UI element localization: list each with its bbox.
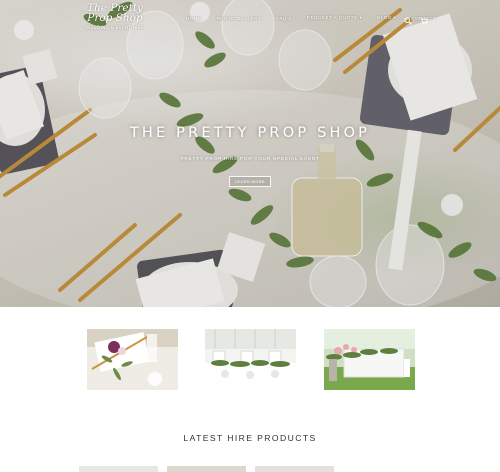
hero-subtitle: PRETTY PROP HIRE FOR YOUR SPECIAL EVENT — [180, 157, 320, 162]
product-card-3[interactable] — [255, 466, 334, 472]
latest-products-heading: LATEST HIRE PRODUCTS — [183, 433, 317, 443]
gallery-thumb-flower-table[interactable] — [87, 329, 178, 390]
site-logo[interactable]: The Pretty Prop Shop WEDDING & EVENT HIR… — [84, 3, 146, 30]
nav-photo-gallery[interactable]: PHOTO GALLERY — [217, 16, 262, 21]
gallery-thumb-garden-bench[interactable] — [324, 329, 415, 390]
nav-request-quote[interactable]: REQUEST A QUOTE ▾ — [307, 15, 362, 21]
cart-icon[interactable] — [420, 12, 428, 25]
gallery-thumb-marquee-table[interactable] — [205, 329, 296, 390]
nav-blog[interactable]: BLOG ▾ — [377, 15, 396, 21]
search-icon[interactable] — [404, 12, 412, 25]
logo-tagline: WEDDING & EVENT HIRE — [86, 25, 144, 30]
hero-title: THE PRETTY PROP SHOP — [129, 125, 371, 141]
logo-line2: Prop Shop — [87, 12, 143, 24]
product-card-2[interactable] — [167, 466, 246, 472]
hero-banner: The Pretty Prop Shop WEDDING & EVENT HIR… — [0, 0, 500, 307]
product-card-1[interactable] — [79, 466, 158, 472]
learn-more-button[interactable]: LEARN MORE — [229, 176, 271, 187]
nav-home[interactable]: HOME — [186, 16, 202, 21]
hero-overlay — [0, 0, 500, 307]
nav-icons — [404, 12, 428, 25]
nav-faqs[interactable]: FAQ'S — [276, 16, 292, 21]
